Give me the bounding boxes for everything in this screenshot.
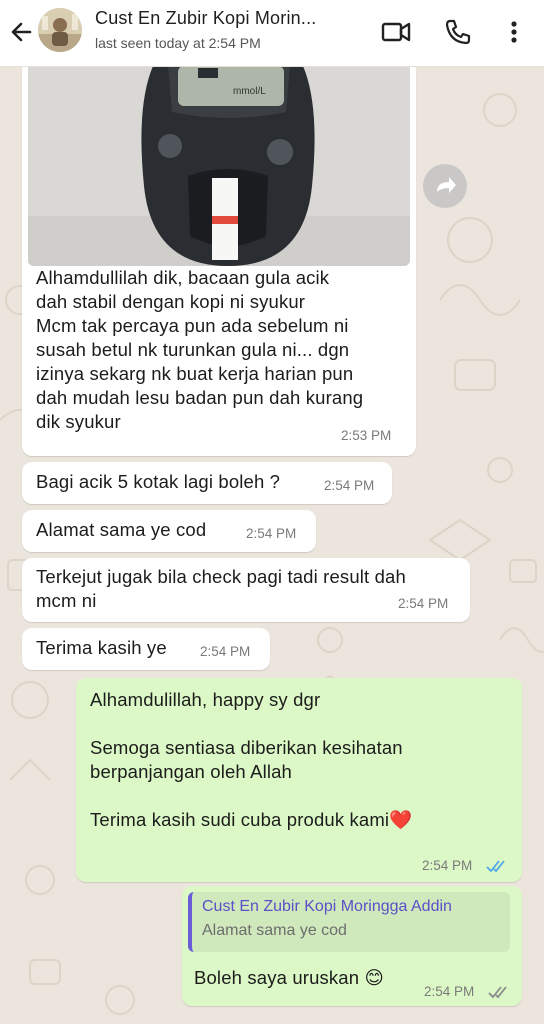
message-text: Terima kasih ye (36, 637, 167, 658)
contact-name: Cust En Zubir Kopi Morin... (95, 8, 317, 28)
message-bubble[interactable]: Terima kasih ye 2:54 PM (22, 628, 270, 670)
contact-avatar[interactable] (38, 8, 82, 52)
message-bubble-outgoing-reply[interactable]: Cust En Zubir Kopi Moringga Addin Alamat… (182, 886, 522, 1006)
message-bubble-outgoing[interactable]: Alhamdulillah, happy sy dgr Semoga senti… (76, 678, 522, 882)
message-text: Bagi acik 5 kotak lagi boleh ? (36, 471, 281, 492)
message-bubble[interactable]: Bagi acik 5 kotak lagi boleh ? 2:54 PM (22, 462, 392, 504)
last-seen-status: last seen today at 2:54 PM (95, 35, 261, 51)
quoted-text: Alamat sama ye cod (202, 922, 347, 939)
message-text: Boleh saya uruskan 😊 (194, 967, 384, 988)
back-arrow-icon[interactable] (8, 16, 36, 48)
message-text: Alamat sama ye cod (36, 519, 207, 540)
forward-button[interactable] (423, 164, 467, 208)
read-receipt-icon (486, 860, 505, 873)
message-time: 2:53 PM (341, 428, 392, 443)
message-time: 2:54 PM (422, 858, 473, 873)
more-options-icon[interactable] (498, 16, 530, 48)
meter-unit-label: mmol/L (233, 86, 266, 97)
message-bubble-image[interactable]: mmol/L Alhamdullilah dik, bacaan gula ac… (22, 60, 416, 456)
quoted-message[interactable]: Cust En Zubir Kopi Moringga Addin Alamat… (188, 892, 510, 952)
message-time: 2:54 PM (246, 526, 297, 541)
message-time: 2:54 PM (398, 596, 449, 611)
message-text: Alhamdullilah dik, bacaan gula acik dah … (36, 267, 364, 432)
message-time: 2:54 PM (424, 984, 475, 999)
message-time: 2:54 PM (324, 478, 375, 493)
video-call-icon[interactable] (380, 16, 412, 48)
glucose-meter-image: mmol/L (28, 66, 410, 266)
forward-icon (437, 177, 456, 193)
voice-call-icon[interactable] (442, 16, 474, 48)
message-bubble[interactable]: Terkejut jugak bila check pagi tadi resu… (22, 558, 470, 622)
glucose-meter-photo[interactable]: mmol/L (28, 66, 410, 266)
message-time: 2:54 PM (200, 644, 251, 659)
delivered-receipt-icon (488, 986, 507, 999)
message-text: Alhamdulillah, happy sy dgr Semoga senti… (90, 689, 413, 830)
message-list: mmol/L Alhamdullilah dik, bacaan gula ac… (0, 60, 544, 1024)
message-bubble[interactable]: Alamat sama ye cod 2:54 PM (22, 510, 316, 552)
avatar-image (38, 8, 82, 52)
chat-header: Cust En Zubir Kopi Morin... last seen to… (0, 0, 544, 67)
contact-info[interactable]: Cust En Zubir Kopi Morin... last seen to… (95, 8, 365, 51)
quoted-sender-name: Cust En Zubir Kopi Moringga Addin (202, 898, 452, 915)
